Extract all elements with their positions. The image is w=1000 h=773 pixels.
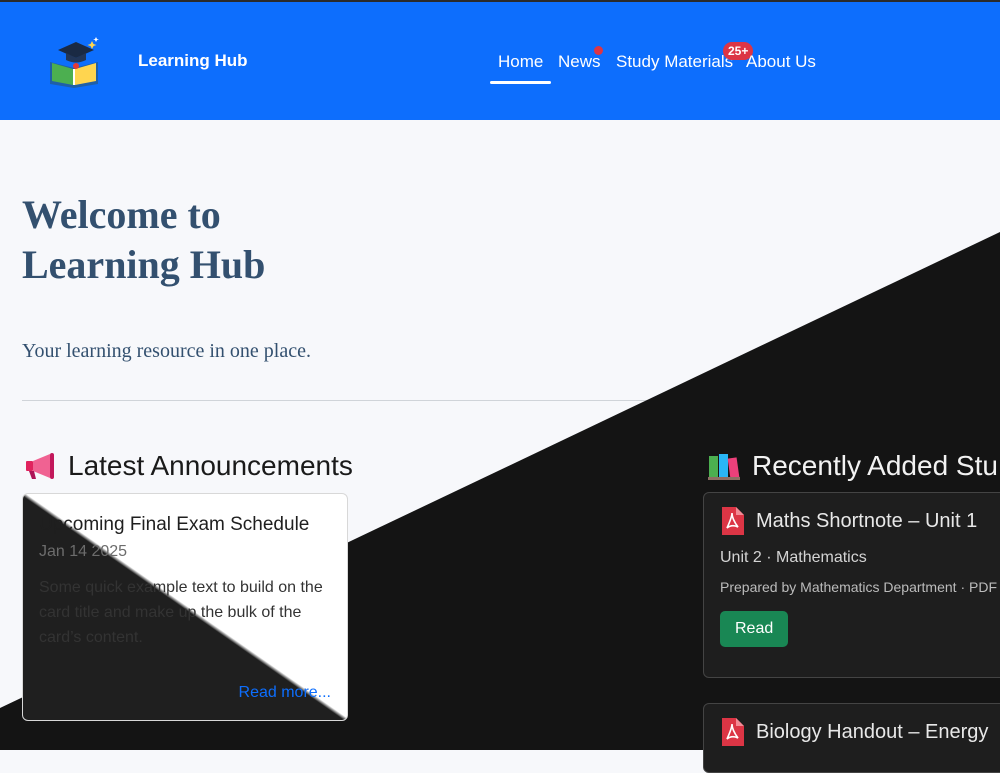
hero-subtitle: Your learning resource in one place. bbox=[22, 340, 311, 362]
announcement-date: Jan 14 2025 bbox=[39, 543, 128, 560]
news-notification-dot bbox=[594, 46, 603, 55]
nav-link-about-us[interactable]: About Us bbox=[746, 52, 816, 72]
graduation-book-logo-icon[interactable] bbox=[46, 36, 102, 88]
books-icon bbox=[708, 454, 740, 480]
nav-link-study-materials[interactable]: Study Materials bbox=[616, 52, 733, 72]
material-title: Maths Shortnote – Unit 1 bbox=[756, 509, 978, 532]
read-more-link[interactable]: Read more... bbox=[239, 684, 331, 702]
pdf-icon bbox=[722, 507, 744, 535]
nav-link-home[interactable]: Home bbox=[489, 52, 552, 84]
announcement-text: Some quick example text to build on the … bbox=[39, 579, 323, 646]
announcement-title: Upcoming Final Exam Schedule bbox=[39, 514, 310, 535]
nav-link-news[interactable]: News bbox=[558, 52, 601, 72]
pdf-icon bbox=[722, 718, 744, 746]
material-card[interactable]: Maths Shortnote – Unit 1 Unit 2 · Mathem… bbox=[703, 492, 1000, 678]
read-button[interactable]: Read bbox=[720, 611, 789, 647]
announcements-heading: Latest Announcements bbox=[24, 450, 353, 482]
hero-title: Welcome to Learning Hub bbox=[22, 192, 266, 287]
announcements-heading-text: Latest Announcements bbox=[68, 450, 353, 481]
brand-name[interactable]: Learning Hub bbox=[138, 51, 248, 71]
material-title: Biology Handout – Energy bbox=[756, 720, 989, 743]
top-navbar: Learning Hub Home News Study Materials 2… bbox=[0, 0, 1000, 120]
megaphone-icon bbox=[26, 453, 54, 479]
material-meta: Unit 2 · Mathematics bbox=[720, 549, 867, 566]
material-card[interactable]: Biology Handout – Energy bbox=[703, 703, 1000, 773]
material-prepared-by: Prepared by Mathematics Department · PDF bbox=[720, 579, 997, 595]
announcement-card[interactable]: Upcoming Final Exam Schedule Jan 14 2025… bbox=[22, 493, 348, 721]
materials-heading: Recently Added Stu bbox=[708, 450, 998, 482]
materials-heading-text: Recently Added Stu bbox=[752, 450, 998, 481]
